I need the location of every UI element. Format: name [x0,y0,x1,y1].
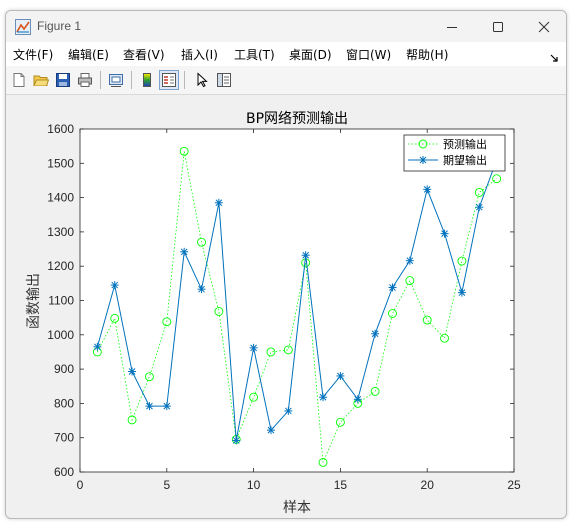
legend-label-expected: 期望输出 [443,153,487,167]
pointer-button[interactable] [192,70,212,90]
legend-icon [162,73,176,87]
print-icon [78,73,92,87]
axes-background [80,129,514,472]
y-tick-label: 1000 [47,328,74,342]
data-point[interactable] [214,198,223,207]
data-point[interactable] [266,426,275,435]
legend-marker-expected [419,156,427,164]
property-editor-icon [217,73,231,87]
maximize-icon [493,21,503,32]
minimize-button[interactable] [429,11,475,42]
link-plot-button[interactable] [106,70,126,90]
figure-window: Figure 1 文件(F) 编辑(E) 查看(V) 插入(I) 工具(T) 桌… [5,10,567,519]
legend[interactable]: 预测输出 期望输出 [403,134,506,172]
menu-file[interactable]: 文件(F) [13,46,53,63]
x-tick-label: 5 [163,478,170,492]
y-tick-label: 1100 [48,294,74,308]
data-point[interactable] [128,367,137,376]
menu-window[interactable]: 窗口(W) [346,46,391,63]
data-point[interactable] [371,329,380,338]
toolbar-separator [184,71,185,89]
x-axis-label: 样本 [283,500,311,516]
matlab-figure-icon [15,19,31,35]
data-point[interactable] [232,436,241,445]
chart[interactable]: 0 5 10 15 20 25 600 700 800 900 1000 1100 1200 1300 14… [7,96,567,519]
undock-arrow-icon[interactable] [550,47,558,66]
new-figure-button[interactable] [9,70,29,90]
y-axis-label: 函数输出 [26,273,42,329]
toolbar-separator [100,71,101,89]
data-point[interactable] [93,342,102,351]
data-point[interactable] [475,203,484,212]
open-file-button[interactable] [31,70,51,90]
close-icon [538,21,550,32]
data-point[interactable] [110,281,119,290]
x-tick-label: 20 [421,478,435,492]
legend-label-predicted: 预测输出 [443,137,487,151]
colorbar-button[interactable] [137,70,157,90]
legend-button[interactable] [159,70,179,90]
toolbar [6,66,566,95]
menu-view[interactable]: 查看(V) [123,46,165,63]
y-tick-label: 700 [54,431,74,445]
data-point[interactable] [336,371,345,380]
x-tick-label: 10 [247,478,261,492]
y-tick-label: 1600 [47,122,74,136]
minimize-icon [447,26,457,28]
link-plot-icon [109,74,123,87]
menu-tools[interactable]: 工具(T) [234,46,275,63]
title-bar: Figure 1 [6,11,566,42]
save-icon [56,73,70,87]
y-tick-label: 1400 [47,191,74,205]
close-button[interactable] [521,11,566,42]
new-figure-icon [13,73,25,87]
maximize-button[interactable] [475,11,521,42]
x-tick-label: 0 [77,478,84,492]
data-point[interactable] [405,256,414,265]
menu-insert[interactable]: 插入(I) [181,46,218,63]
x-tick-label: 25 [507,478,521,492]
data-point[interactable] [284,406,293,415]
data-point[interactable] [197,285,206,294]
data-point[interactable] [301,251,310,260]
y-tick-label: 1500 [47,156,74,170]
x-tick-label: 15 [334,478,348,492]
data-point[interactable] [353,395,362,404]
property-editor-button[interactable] [214,70,234,90]
y-tick-label: 800 [54,396,74,410]
data-point[interactable] [249,343,258,352]
chart-title: BP网络预测输出 [246,111,348,127]
toolbar-separator [131,71,132,89]
y-tick-label: 900 [54,362,74,376]
print-button[interactable] [75,70,95,90]
colorbar-icon [143,73,151,87]
data-point[interactable] [319,393,328,402]
data-point[interactable] [457,288,466,297]
data-point[interactable] [145,402,154,411]
pointer-icon [197,72,208,88]
y-tick-label: 600 [54,465,74,479]
data-point[interactable] [440,229,449,238]
y-tick-label: 1300 [47,225,74,239]
data-point[interactable] [423,185,432,194]
menu-desktop[interactable]: 桌面(D) [289,46,332,63]
menu-bar: 文件(F) 编辑(E) 查看(V) 插入(I) 工具(T) 桌面(D) 窗口(W… [6,42,566,66]
open-file-icon [33,75,49,86]
save-button[interactable] [53,70,73,90]
menu-edit[interactable]: 编辑(E) [68,46,109,63]
y-tick-label: 1200 [47,259,74,273]
figure-canvas[interactable]: 0 5 10 15 20 25 600 700 800 900 1000 1100 1200 1300 14… [7,96,565,517]
data-point[interactable] [162,402,171,411]
menu-help[interactable]: 帮助(H) [406,46,448,63]
data-point[interactable] [388,283,397,292]
window-title: Figure 1 [37,19,82,33]
data-point[interactable] [180,247,189,256]
